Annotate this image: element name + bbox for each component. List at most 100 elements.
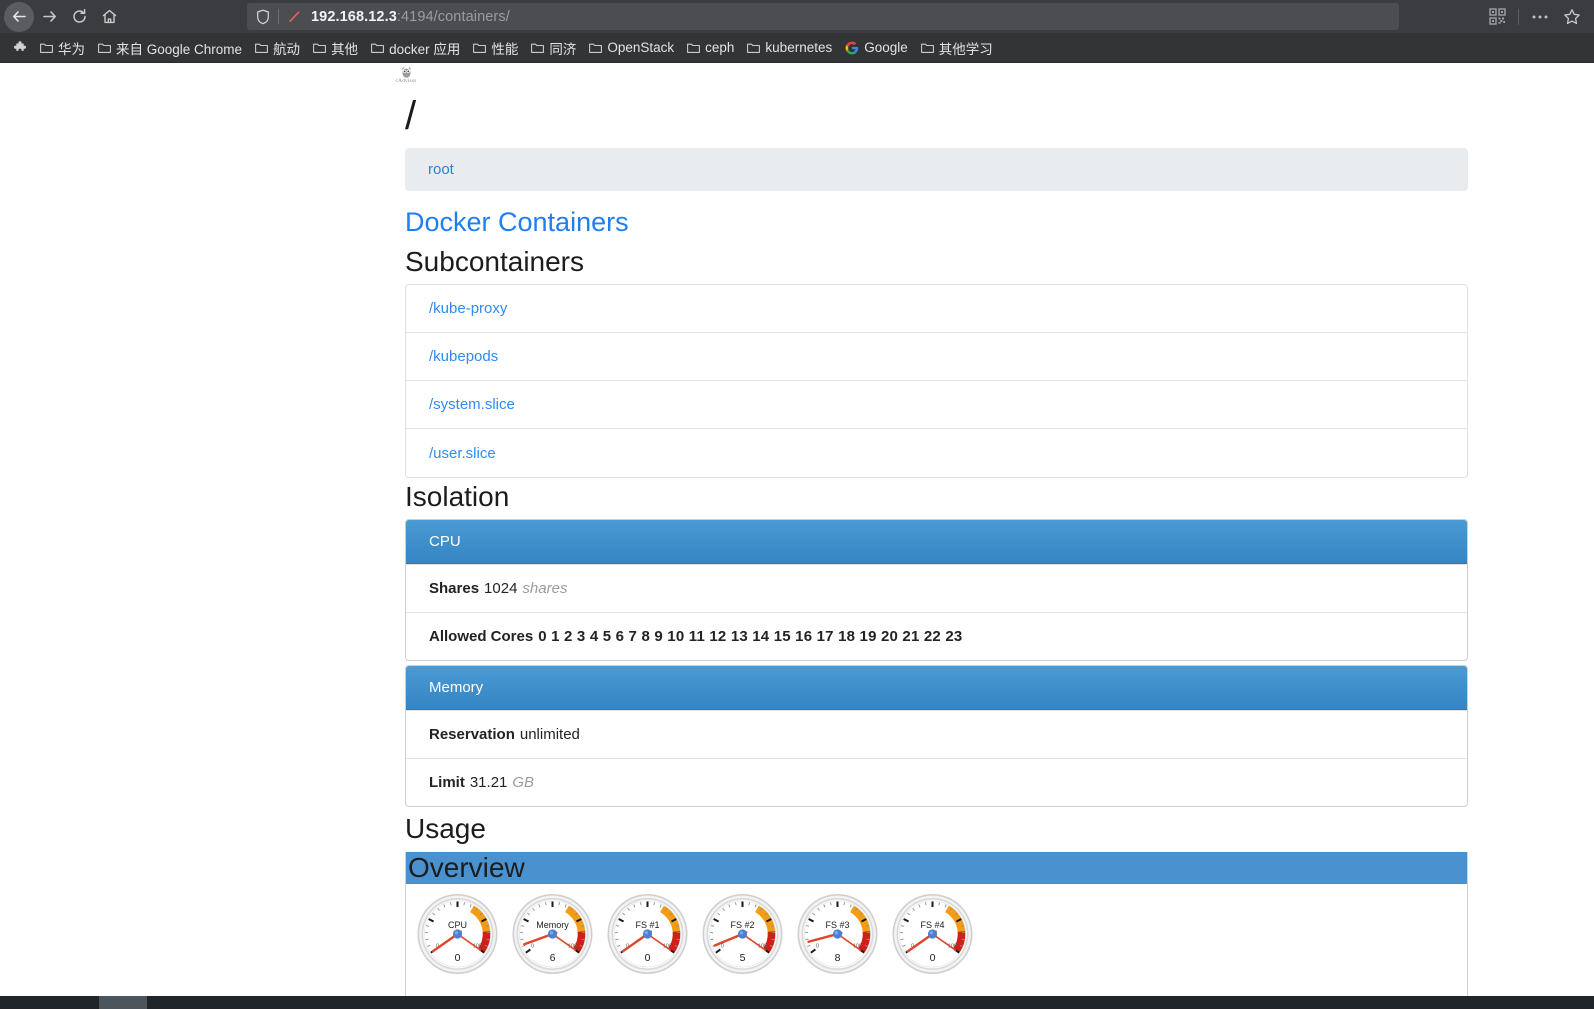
gauge: 0100CPU0 [410,888,505,983]
list-item[interactable]: /kubepods [406,333,1467,381]
gauge: 0 100 FS #2 5 [695,888,790,983]
page-viewport: cAdvisor / root Docker Containers Subcon… [0,63,1594,996]
memory-limit-unit: GB [512,774,535,791]
home-button[interactable] [94,2,124,32]
list-item[interactable]: /user.slice [406,429,1467,477]
svg-text:FS #2: FS #2 [730,920,754,930]
os-taskbar [0,996,1594,1009]
cpu-shares-label: Shares [429,580,480,597]
shield-icon[interactable] [256,9,270,25]
cpu-shares-value: 1024 [484,580,518,597]
svg-text:0: 0 [721,944,724,950]
folder-icon [473,42,487,53]
svg-text:0: 0 [816,944,819,950]
memory-limit-row: Limit 31.21 GB [406,758,1467,806]
svg-text:0: 0 [531,944,534,950]
bookmark-label: OpenStack [607,40,675,55]
bookmark-label: ceph [705,40,735,55]
arrow-left-icon [12,11,26,22]
bookmark-item[interactable]: 华为 [34,37,91,59]
back-button[interactable] [4,1,34,32]
forward-button[interactable] [34,2,64,32]
bookmark-label: 其他 [331,41,359,57]
svg-text:0: 0 [645,952,651,964]
cadvisor-logo[interactable]: cAdvisor [389,66,423,84]
more-menu-icon[interactable] [1526,3,1554,31]
cpu-cores-label: Allowed Cores [429,628,534,645]
taskbar-active-window[interactable] [99,996,147,1009]
bookmark-item[interactable]: docker 应用 [365,37,466,59]
reload-button[interactable] [64,2,94,32]
memory-panel-header: Memory [406,666,1467,710]
google-icon [845,41,859,55]
docker-containers-link[interactable]: Docker Containers [405,206,629,238]
toolbar-divider [1518,8,1519,25]
cpu-panel: CPU Shares 1024 shares Allowed Cores 0 1… [405,519,1468,661]
page-title: / [405,94,417,138]
folder-icon [687,42,701,53]
svg-text:FS #4: FS #4 [920,920,944,930]
address-bar[interactable]: 192.168.12.3:4194/containers/ [247,3,1399,30]
bookmark-item[interactable]: 航动 [249,37,306,59]
folder-icon [98,42,111,53]
svg-text:FS #3: FS #3 [825,920,849,930]
cpu-cores-row: Allowed Cores 0 1 2 3 4 5 6 7 8 9 10 11 … [406,612,1467,660]
folder-icon [255,42,269,53]
bookmark-item[interactable]: 来自 Google Chrome [92,37,248,59]
folder-icon [40,42,53,53]
usage-heading: Usage [405,813,486,844]
svg-text:6: 6 [550,952,556,964]
bookmark-label: kubernetes [765,40,833,55]
memory-reservation-row: Reservation unlimited [406,710,1467,758]
bookmark-label: 航动 [273,41,301,57]
bookmark-item[interactable]: ceph [681,37,740,59]
folder-icon [920,42,934,53]
qr-code-icon[interactable] [1483,3,1511,31]
overview-title: Overview [408,852,525,883]
subcontainers-heading: Subcontainers [405,246,585,277]
bookmark-star-icon[interactable] [1558,3,1586,31]
bookmark-label: Google [864,40,908,55]
subcontainer-link[interactable]: /system.slice [429,396,515,413]
url-host: 192.168.12.3 [311,8,397,25]
svg-text:Memory: Memory [536,920,569,930]
isolation-heading: Isolation [405,481,510,512]
breadcrumb: root [405,148,1468,191]
svg-text:8: 8 [835,952,841,964]
memory-limit-value: 31.21 [469,774,508,791]
svg-text:0: 0 [930,952,936,964]
subcontainer-link[interactable]: /kubepods [429,348,498,365]
bookmark-label: docker 应用 [389,41,461,57]
breadcrumb-root-link[interactable]: root [428,161,454,178]
bookmark-item[interactable]: 性能 [467,37,524,59]
bookmark-item[interactable]: 同济 [525,37,582,59]
bookmark-label: 性能 [491,41,519,57]
toolbar-right-icons [1483,0,1586,33]
bookmark-item[interactable]: OpenStack [583,37,680,59]
memory-reservation-label: Reservation [429,726,515,743]
svg-text:5: 5 [740,952,746,964]
noscript-icon[interactable] [287,9,302,24]
bookmark-label: 同济 [549,41,577,57]
gauge: 0 100 Memory 6 [505,888,600,983]
list-item[interactable]: /kube-proxy [406,285,1467,333]
bookmark-item[interactable]: 其他学习 [915,37,999,59]
gauge: 0100FS #40 [885,888,980,983]
subcontainer-link[interactable]: /user.slice [429,445,496,462]
folder-icon [313,42,327,53]
svg-text:FS #1: FS #1 [635,920,659,930]
bookmark-item[interactable]: Google [839,37,914,59]
bookmark-item[interactable]: kubernetes [741,37,838,59]
list-item[interactable]: /system.slice [406,381,1467,429]
cpu-shares-unit: shares [522,580,568,597]
cpu-panel-header: CPU [406,520,1467,564]
bookmark-label: 来自 Google Chrome [116,41,243,57]
subcontainer-link[interactable]: /kube-proxy [429,300,507,317]
extensions-puzzle-icon[interactable] [8,40,34,55]
url-text: 192.168.12.3:4194/containers/ [311,9,510,25]
bookmark-item[interactable]: 其他 [307,37,364,59]
navigation-buttons [0,1,124,32]
svg-text:CPU: CPU [448,920,467,930]
memory-panel: Memory Reservation unlimited Limit 31.21… [405,665,1468,807]
reload-icon [72,8,86,23]
